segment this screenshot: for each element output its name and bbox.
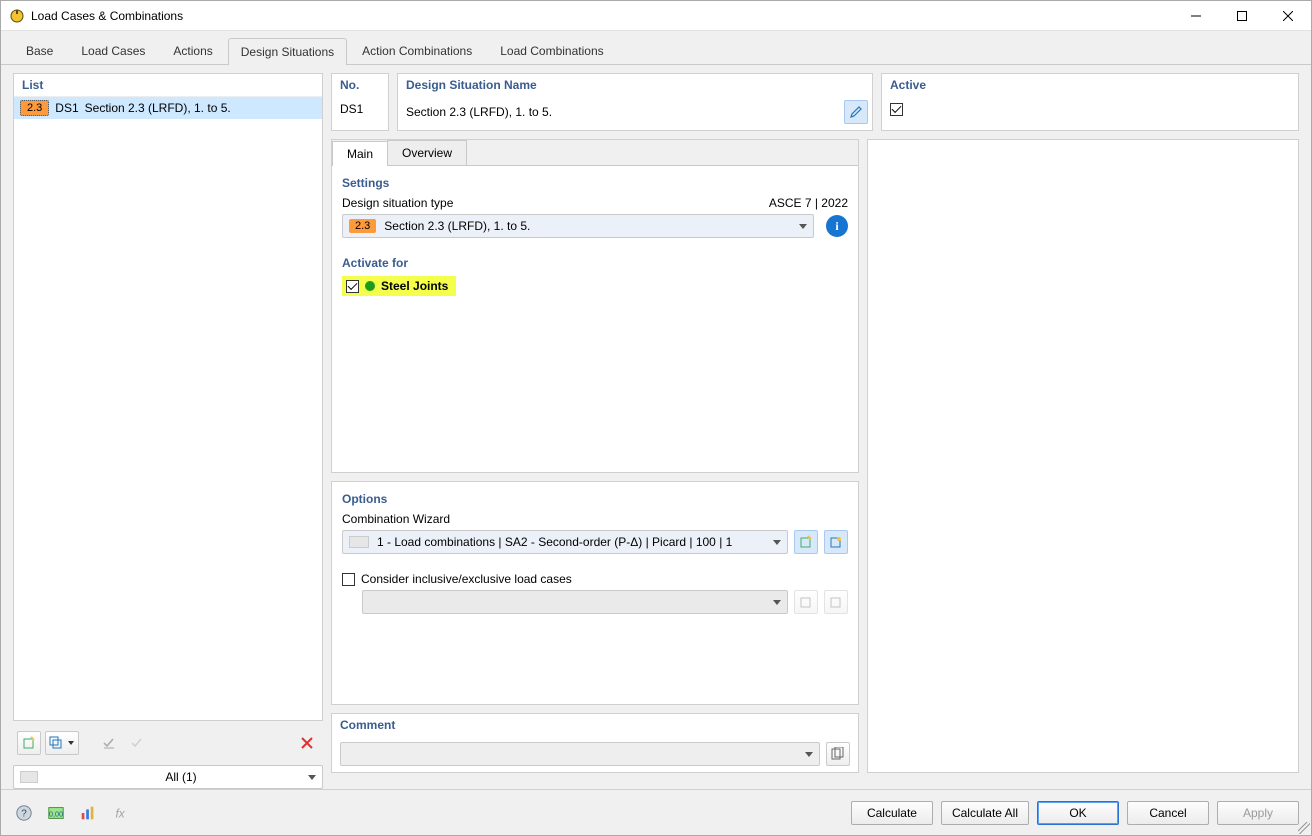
- design-type-badge: 2.3: [349, 219, 376, 233]
- filter-value: All (1): [60, 770, 302, 784]
- list-filter-dropdown[interactable]: All (1): [13, 765, 323, 789]
- tab-actions[interactable]: Actions: [160, 37, 225, 64]
- consider-dropdown[interactable]: [362, 590, 788, 614]
- consider-edit-button[interactable]: [824, 590, 848, 614]
- ok-button[interactable]: OK: [1037, 801, 1119, 825]
- tab-load-combinations[interactable]: Load Combinations: [487, 37, 616, 64]
- maximize-button[interactable]: [1219, 1, 1265, 30]
- titlebar: Load Cases & Combinations: [1, 1, 1311, 31]
- subtab-main[interactable]: Main: [332, 141, 388, 166]
- activate-checkbox[interactable]: [346, 280, 359, 293]
- design-type-dropdown[interactable]: 2.3 Section 2.3 (LRFD), 1. to 5.: [342, 214, 814, 238]
- footer: ? 0,00 fx Calculate Calculate All OK Can…: [1, 789, 1311, 835]
- resize-grip-icon[interactable]: [1298, 822, 1310, 834]
- consider-checkbox[interactable]: [342, 573, 355, 586]
- consider-new-button[interactable]: [794, 590, 818, 614]
- main-tab-panel: Main Overview Settings Design situation …: [331, 139, 859, 473]
- active-panel: Active: [881, 73, 1299, 131]
- list-row-name: Section 2.3 (LRFD), 1. to 5.: [85, 101, 231, 115]
- svg-text:fx: fx: [115, 807, 125, 820]
- comment-library-button[interactable]: [826, 742, 850, 766]
- tab-design-situations[interactable]: Design Situations: [228, 38, 347, 65]
- delete-item-button[interactable]: [295, 731, 319, 755]
- design-type-value: Section 2.3 (LRFD), 1. to 5.: [384, 219, 530, 233]
- window-title: Load Cases & Combinations: [31, 9, 183, 23]
- info-icon[interactable]: i: [826, 215, 848, 237]
- no-value: DS1: [332, 96, 388, 122]
- help-icon[interactable]: ?: [13, 802, 35, 824]
- comment-dropdown[interactable]: [340, 742, 820, 766]
- minimize-button[interactable]: [1173, 1, 1219, 30]
- comment-title: Comment: [332, 714, 858, 736]
- filter-swatch-icon: [20, 771, 38, 783]
- options-panel: Options Combination Wizard 1 - Load comb…: [331, 481, 859, 705]
- check-all-button[interactable]: [97, 731, 121, 755]
- calculate-button[interactable]: Calculate: [851, 801, 933, 825]
- new-item-button[interactable]: [17, 731, 41, 755]
- edit-name-button[interactable]: [844, 100, 868, 124]
- uncheck-all-button[interactable]: [125, 731, 149, 755]
- settings-title: Settings: [342, 176, 848, 190]
- name-panel: Design Situation Name Section 2.3 (LRFD)…: [397, 73, 873, 131]
- activate-title: Activate for: [342, 256, 848, 270]
- list-panel: List 2.3 DS1 Section 2.3 (LRFD), 1. to 5…: [13, 73, 323, 721]
- design-type-label: Design situation type: [342, 196, 769, 210]
- preview-panel: [867, 139, 1299, 773]
- wizard-new-button[interactable]: [794, 530, 818, 554]
- app-icon: [9, 8, 25, 24]
- tab-base[interactable]: Base: [13, 37, 66, 64]
- svg-text:?: ?: [21, 808, 27, 819]
- wizard-swatch-icon: [349, 536, 369, 548]
- cancel-button[interactable]: Cancel: [1127, 801, 1209, 825]
- list-toolbar: [13, 729, 323, 757]
- tab-action-combinations[interactable]: Action Combinations: [349, 37, 485, 64]
- tab-load-cases[interactable]: Load Cases: [68, 37, 158, 64]
- options-title: Options: [342, 492, 848, 506]
- consider-label: Consider inclusive/exclusive load cases: [361, 572, 572, 586]
- units-icon[interactable]: 0,00: [45, 802, 67, 824]
- no-panel: No. DS1: [331, 73, 389, 131]
- list-row[interactable]: 2.3 DS1 Section 2.3 (LRFD), 1. to 5.: [14, 97, 322, 119]
- active-checkbox[interactable]: [890, 103, 903, 116]
- status-dot-icon: [365, 281, 375, 291]
- list-row-badge: 2.3: [20, 100, 49, 116]
- list-header: List: [14, 74, 322, 96]
- wizard-label: Combination Wizard: [342, 512, 848, 526]
- comment-panel: Comment: [331, 713, 859, 773]
- wizard-value: 1 - Load combinations | SA2 - Second-ord…: [377, 535, 732, 549]
- design-code: ASCE 7 | 2022: [769, 196, 848, 210]
- chart-icon[interactable]: [77, 802, 99, 824]
- copy-item-button[interactable]: [45, 731, 79, 755]
- activate-label: Steel Joints: [381, 279, 448, 293]
- wizard-dropdown[interactable]: 1 - Load combinations | SA2 - Second-ord…: [342, 530, 788, 554]
- svg-text:0,00: 0,00: [49, 809, 63, 818]
- apply-button[interactable]: Apply: [1217, 801, 1299, 825]
- no-label: No.: [332, 74, 388, 96]
- function-icon[interactable]: fx: [109, 802, 131, 824]
- calculate-all-button[interactable]: Calculate All: [941, 801, 1029, 825]
- top-tabs: Base Load Cases Actions Design Situation…: [1, 31, 1311, 65]
- active-label: Active: [882, 74, 1298, 96]
- name-label: Design Situation Name: [398, 74, 872, 96]
- list-row-id: DS1: [55, 101, 78, 115]
- wizard-edit-button[interactable]: [824, 530, 848, 554]
- name-input[interactable]: Section 2.3 (LRFD), 1. to 5.: [406, 105, 840, 119]
- subtab-overview[interactable]: Overview: [387, 140, 467, 165]
- close-button[interactable]: [1265, 1, 1311, 30]
- activate-item[interactable]: Steel Joints: [342, 276, 456, 296]
